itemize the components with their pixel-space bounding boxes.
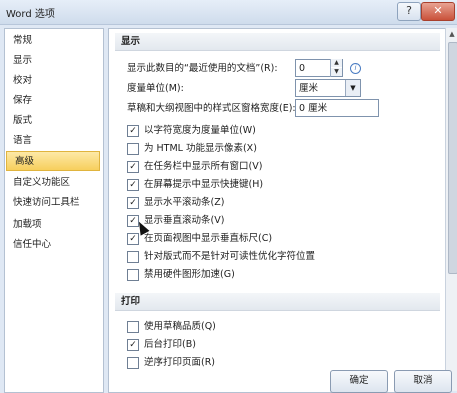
checkbox-label: 为 HTML 功能显示像素(X)	[144, 143, 257, 154]
checkbox-label: 在任务栏中显示所有窗口(V)	[144, 161, 263, 172]
sidebar-item-advanced[interactable]: 高级	[6, 151, 100, 171]
print-section-header: 打印	[115, 293, 440, 311]
checkbox-label: 显示水平滚动条(Z)	[144, 197, 225, 208]
units-dropdown[interactable]: 厘米 ▼	[295, 79, 361, 97]
sidebar-item-label: 自定义功能区	[13, 177, 71, 188]
sidebar-item-label: 常规	[13, 35, 33, 46]
sidebar-item-display[interactable]: 显示	[5, 51, 101, 71]
units-label: 度量单位(M):	[127, 83, 184, 94]
checkbox[interactable]	[127, 269, 139, 281]
close-icon: ✕	[433, 4, 443, 17]
close-button[interactable]: ✕	[421, 2, 455, 21]
checkmark-icon: ✓	[129, 234, 137, 244]
checkbox-label: 显示垂直滚动条(V)	[144, 215, 225, 226]
sidebar-item-label: 显示	[13, 55, 33, 66]
checkbox[interactable]: ✓	[127, 197, 139, 209]
sidebar-item-add-ins[interactable]: 加载项	[5, 215, 101, 235]
display-section-header: 显示	[115, 33, 440, 51]
sidebar-item-layout[interactable]: 版式	[5, 111, 101, 131]
sidebar-item-label: 信任中心	[13, 239, 52, 250]
scroll-up-icon[interactable]: ▲	[447, 29, 457, 39]
checkbox[interactable]: ✓	[127, 161, 139, 173]
checkmark-icon: ✓	[129, 180, 137, 190]
options-content: 显示 显示此数目的“最近使用的文档”(R): 0 ▲ ▼ i 度量单位(M): …	[108, 28, 446, 393]
checkbox-label: 后台打印(B)	[144, 339, 196, 350]
scroll-thumb[interactable]	[448, 42, 457, 274]
sidebar-item-customize-ribbon[interactable]: 自定义功能区	[5, 173, 101, 193]
recent-docs-spinner[interactable]: 0 ▲ ▼	[295, 59, 343, 77]
checkbox[interactable]	[127, 143, 139, 155]
cancel-button-label: 取消	[413, 375, 433, 386]
checkbox[interactable]	[127, 321, 139, 333]
sidebar-item-label: 快速访问工具栏	[13, 197, 80, 208]
spin-down-icon[interactable]: ▼	[331, 68, 342, 76]
ok-button-label: 确定	[349, 375, 369, 386]
sidebar-item-quick-access-toolbar[interactable]: 快速访问工具栏	[5, 193, 101, 213]
sidebar-item-proofing[interactable]: 校对	[5, 71, 101, 91]
sidebar-item-label: 版式	[13, 115, 33, 126]
sidebar-item-label: 保存	[13, 95, 33, 106]
spin-buttons: ▲ ▼	[330, 59, 342, 77]
checkbox[interactable]: ✓	[127, 125, 139, 137]
style-width-label: 草稿和大纲视图中的样式区窗格宽度(E):	[127, 103, 296, 114]
sidebar-item-trust-center[interactable]: 信任中心	[5, 235, 101, 255]
style-width-value: 0 厘米	[299, 103, 328, 114]
window-title: Word 选项	[6, 9, 55, 20]
checkbox[interactable]: ✓	[127, 233, 139, 245]
info-icon: i	[350, 63, 361, 74]
checkbox-label: 在屏幕提示中显示快捷键(H)	[144, 179, 264, 190]
help-icon: ?	[406, 4, 412, 17]
checkbox-label: 逆序打印页面(R)	[144, 357, 216, 368]
checkbox-label: 针对版式而不是针对可读性优化字符位置	[144, 251, 316, 262]
spin-up-icon[interactable]: ▲	[331, 59, 342, 67]
sidebar-item-label: 语言	[13, 135, 33, 146]
sidebar-item-save[interactable]: 保存	[5, 91, 101, 111]
checkmark-icon: ✓	[129, 198, 137, 208]
recent-docs-label: 显示此数目的“最近使用的文档”(R):	[127, 63, 278, 74]
checkmark-icon: ✓	[129, 126, 137, 136]
options-sidebar: 常规 显示 校对 保存 版式 语言 高级 自定义功能区 快速访问工具栏 加载项 …	[4, 28, 104, 393]
checkbox[interactable]	[127, 251, 139, 263]
checkbox-label: 禁用硬件图形加速(G)	[144, 269, 235, 280]
recent-docs-value: 0	[299, 63, 306, 74]
checkmark-icon: ✓	[129, 340, 137, 350]
checkbox-label: 以字符宽度为度量单位(W)	[144, 125, 256, 136]
style-width-field[interactable]: 0 厘米	[295, 99, 379, 117]
sidebar-item-language[interactable]: 语言	[5, 131, 101, 151]
checkmark-icon: ✓	[129, 162, 137, 172]
ok-button[interactable]: 确定	[330, 370, 388, 393]
help-button[interactable]: ?	[397, 2, 421, 21]
vertical-scrollbar[interactable]: ▲	[445, 28, 457, 391]
checkbox-label: 使用草稿品质(Q)	[144, 321, 216, 332]
sidebar-item-label: 加载项	[13, 219, 42, 230]
cancel-button[interactable]: 取消	[394, 370, 452, 393]
title-bar: Word 选项 ? ✕	[0, 0, 457, 25]
sidebar-item-general[interactable]: 常规	[5, 31, 101, 51]
checkbox[interactable]	[127, 357, 139, 369]
chevron-down-icon: ▼	[345, 80, 360, 96]
checkbox-label: 在页面视图中显示垂直标尺(C)	[144, 233, 273, 244]
sidebar-item-label: 校对	[13, 75, 33, 86]
sidebar-item-label: 高级	[15, 156, 35, 167]
units-value: 厘米	[299, 83, 319, 94]
checkbox[interactable]: ✓	[127, 179, 139, 191]
checkbox[interactable]: ✓	[127, 339, 139, 351]
